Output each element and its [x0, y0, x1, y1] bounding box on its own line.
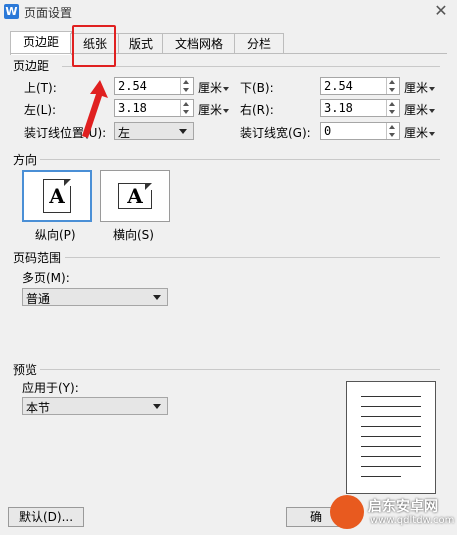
bottom-margin-spinner[interactable]	[386, 78, 399, 94]
chevron-down-icon	[429, 108, 436, 113]
left-margin-label: 左(L):	[24, 103, 57, 117]
page-range-divider	[65, 257, 440, 258]
bottom-margin-unit[interactable]: 厘米	[404, 79, 436, 96]
margins-section-label: 页边距	[13, 59, 50, 73]
landscape-label: 横向(S)	[113, 228, 154, 242]
gutter-position-value: 左	[118, 126, 131, 140]
right-margin-label: 右(R):	[240, 103, 274, 117]
annotation-arrow-icon	[82, 80, 108, 138]
portrait-page-icon: A	[43, 179, 71, 213]
landscape-page-icon: A	[118, 183, 152, 209]
right-margin-unit[interactable]: 厘米	[404, 101, 436, 118]
window-title: 页面设置	[24, 6, 73, 20]
watermark-logo-icon	[330, 495, 364, 529]
multiple-pages-select[interactable]: 普通	[22, 288, 168, 306]
portrait-option[interactable]: A	[22, 170, 92, 222]
watermark-url: www.qdltdw.com	[370, 515, 455, 526]
chevron-down-icon	[153, 404, 161, 409]
gutter-width-label: 装订线宽(G):	[240, 126, 311, 140]
gutter-width-spinner[interactable]	[386, 123, 399, 139]
apply-to-label: 应用于(Y):	[22, 381, 79, 395]
top-margin-value: 2.54	[118, 79, 147, 93]
right-margin-input[interactable]: 3.18	[320, 99, 400, 117]
left-margin-value: 3.18	[118, 101, 147, 115]
top-margin-unit[interactable]: 厘米	[198, 79, 230, 96]
bottom-margin-value: 2.54	[324, 79, 353, 93]
multiple-pages-value: 普通	[26, 292, 51, 306]
chevron-down-icon	[223, 86, 230, 91]
page-range-section-label: 页码范围	[13, 251, 62, 265]
chevron-down-icon	[429, 86, 436, 91]
orientation-divider	[40, 159, 440, 160]
chevron-down-icon	[429, 131, 436, 136]
right-margin-spinner[interactable]	[386, 100, 399, 116]
left-margin-unit[interactable]: 厘米	[198, 101, 230, 118]
preview-section-label: 预览	[13, 363, 38, 377]
apply-to-select[interactable]: 本节	[22, 397, 168, 415]
preview-page	[346, 381, 436, 494]
chevron-down-icon	[153, 295, 161, 300]
tab-layout[interactable]: 版式	[118, 33, 164, 54]
margins-divider	[62, 66, 440, 67]
left-margin-input[interactable]: 3.18	[114, 99, 194, 117]
app-logo-icon: W	[4, 4, 19, 19]
annotation-highlight-box	[72, 25, 116, 67]
close-icon[interactable]: ✕	[432, 2, 450, 20]
gutter-width-input[interactable]: 0	[320, 122, 400, 140]
top-margin-spinner[interactable]	[180, 78, 193, 94]
gutter-width-unit[interactable]: 厘米	[404, 124, 436, 141]
preview-divider	[40, 369, 440, 370]
portrait-label: 纵向(P)	[35, 228, 76, 242]
tab-columns[interactable]: 分栏	[234, 33, 284, 54]
apply-to-value: 本节	[26, 401, 51, 415]
gutter-position-select[interactable]: 左	[114, 122, 194, 140]
bottom-margin-label: 下(B):	[240, 81, 274, 95]
chevron-down-icon	[179, 129, 187, 134]
right-margin-value: 3.18	[324, 101, 353, 115]
watermark-text: 启东安卓网	[368, 499, 438, 515]
multiple-pages-label: 多页(M):	[22, 271, 70, 285]
top-margin-label: 上(T):	[24, 81, 57, 95]
left-margin-spinner[interactable]	[180, 100, 193, 116]
bottom-margin-input[interactable]: 2.54	[320, 77, 400, 95]
orientation-section-label: 方向	[13, 153, 38, 167]
default-button[interactable]: 默认(D)...	[8, 507, 84, 527]
top-margin-input[interactable]: 2.54	[114, 77, 194, 95]
tab-document-grid[interactable]: 文档网格	[162, 33, 236, 54]
gutter-width-value: 0	[324, 124, 332, 138]
tab-margins[interactable]: 页边距	[10, 31, 72, 55]
landscape-option[interactable]: A	[100, 170, 170, 222]
chevron-down-icon	[223, 108, 230, 113]
